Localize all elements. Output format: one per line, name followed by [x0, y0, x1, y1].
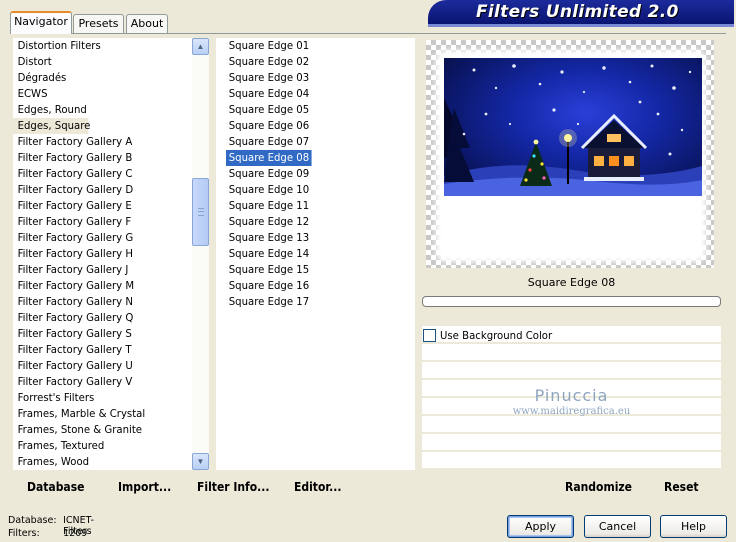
category-item[interactable]: Filter Factory Gallery G — [13, 230, 183, 246]
filter-item[interactable]: Square Edge 13 — [226, 230, 309, 246]
status-database: Database: ICNET-Filters — [8, 515, 94, 537]
filter-item[interactable]: Square Edge 15 — [226, 262, 309, 278]
cancel-button[interactable]: Cancel — [584, 515, 651, 538]
filter-item[interactable]: Square Edge 01 — [226, 38, 309, 54]
category-item[interactable]: Dégradés — [13, 70, 183, 86]
filter-item[interactable]: Square Edge 04 — [226, 86, 309, 102]
filter-list[interactable]: Square Edge 01 Square Edge 02 Square Edge … — [216, 38, 415, 470]
filter-item[interactable]: Square Edge 12 — [226, 214, 309, 230]
list-toolbar: Database Import... Filter Info... Editor… — [10, 472, 415, 499]
import-button[interactable]: Import... — [118, 480, 171, 494]
category-item[interactable]: Filter Factory Gallery D — [13, 182, 183, 198]
category-item[interactable]: Edges, Square — [13, 118, 90, 134]
reset-button[interactable]: Reset — [664, 480, 699, 494]
category-item[interactable]: Edges, Round — [13, 102, 183, 118]
preview-image-frame — [426, 40, 714, 268]
scroll-down-button[interactable]: ▼ — [192, 453, 209, 470]
tab-presets-label: Presets — [78, 17, 119, 30]
database-button-label: Database — [27, 480, 85, 494]
tab-navigator[interactable]: Navigator — [10, 11, 72, 34]
app-title: Filters Unlimited 2.0 — [476, 2, 679, 22]
parameter-slot — [422, 434, 721, 451]
category-item[interactable]: Filter Factory Gallery N — [13, 294, 183, 310]
chevron-up-icon: ▲ — [196, 42, 205, 51]
filter-item[interactable]: Square Edge 07 — [226, 134, 309, 150]
status-filters-label: Filters: — [8, 528, 40, 539]
category-item[interactable]: Filter Factory Gallery H — [13, 246, 183, 262]
category-item[interactable]: Frames, Textured — [13, 438, 183, 454]
winter-night-scene — [444, 64, 702, 196]
editor-button[interactable]: Editor... — [294, 480, 341, 494]
status-filters: Filters: 1209 — [8, 528, 87, 539]
filter-item[interactable]: Square Edge 14 — [226, 246, 309, 262]
category-item[interactable]: ECWS — [13, 86, 183, 102]
use-background-color-label[interactable]: Use Background Color — [440, 329, 552, 342]
preview-toolbar: Randomize Reset — [422, 472, 721, 499]
help-button[interactable]: Help — [660, 515, 727, 538]
watermark-name: Pinuccia — [534, 386, 609, 405]
category-item[interactable]: Filter Factory Gallery J — [13, 262, 183, 278]
filter-item[interactable]: Square Edge 06 — [226, 118, 309, 134]
tab-divider — [10, 33, 726, 34]
tab-navigator-label: Navigator — [14, 15, 68, 28]
status-filters-value: 1209 — [63, 528, 88, 539]
category-item[interactable]: Filter Factory Gallery C — [13, 166, 183, 182]
filter-item[interactable]: Square Edge 08 — [226, 150, 312, 166]
parameter-slot — [422, 416, 721, 433]
filter-info-button-label: Filter Info... — [197, 480, 270, 494]
category-item[interactable]: Filter Factory Gallery E — [13, 198, 183, 214]
tab-presets[interactable]: Presets — [73, 14, 124, 33]
category-item[interactable]: Filter Factory Gallery M — [13, 278, 183, 294]
filter-info-button[interactable]: Filter Info... — [197, 480, 269, 494]
chevron-down-icon: ▼ — [196, 457, 205, 466]
status-database-label: Database: — [8, 515, 57, 526]
category-scrollbar[interactable]: ▲ ▼ — [192, 38, 209, 470]
progress-bar — [422, 296, 721, 307]
grip-icon — [198, 208, 204, 216]
filter-item[interactable]: Square Edge 17 — [226, 294, 309, 310]
apply-button[interactable]: Apply — [507, 515, 574, 538]
category-item[interactable]: Filter Factory Gallery Q — [13, 310, 183, 326]
import-button-label: Import... — [118, 480, 172, 494]
scroll-thumb[interactable] — [192, 178, 209, 246]
filter-item[interactable]: Square Edge 11 — [226, 198, 309, 214]
category-item[interactable]: Distort — [13, 54, 183, 70]
category-list[interactable]: Distortion Filters Distort Dégradés ECWS Edg… — [13, 38, 193, 470]
parameter-slot — [422, 362, 721, 379]
filter-item[interactable]: Square Edge 09 — [226, 166, 309, 182]
randomize-button-label: Randomize — [565, 480, 633, 494]
category-item[interactable]: Filter Factory Gallery V — [13, 374, 183, 390]
category-item[interactable]: Filter Factory Gallery U — [13, 358, 183, 374]
category-item[interactable]: Distortion Filters — [13, 38, 183, 54]
category-item[interactable]: Filter Factory Gallery F — [13, 214, 183, 230]
reset-button-label: Reset — [664, 480, 699, 494]
filter-item[interactable]: Square Edge 16 — [226, 278, 309, 294]
use-background-color-checkbox[interactable] — [423, 329, 436, 342]
parameter-slot — [422, 344, 721, 361]
tab-about-label: About — [130, 17, 164, 30]
editor-button-label: Editor... — [294, 480, 342, 494]
category-item[interactable]: Frames, Stone & Granite — [13, 422, 183, 438]
category-item[interactable]: Filter Factory Gallery A — [13, 134, 183, 150]
randomize-button[interactable]: Randomize — [565, 480, 632, 494]
filter-item[interactable]: Square Edge 02 — [226, 54, 309, 70]
filter-item[interactable]: Square Edge 03 — [226, 70, 309, 86]
database-button[interactable]: Database — [27, 480, 84, 494]
filter-item[interactable]: Square Edge 10 — [226, 182, 309, 198]
tab-about[interactable]: About — [126, 14, 168, 33]
scroll-up-button[interactable]: ▲ — [192, 38, 209, 55]
app-title-banner: Filters Unlimited 2.0 — [428, 0, 734, 27]
parameter-slot — [422, 452, 721, 469]
category-item[interactable]: Forrest's Filters — [13, 390, 183, 406]
category-item[interactable]: Filter Factory Gallery B — [13, 150, 183, 166]
filter-item[interactable]: Square Edge 05 — [226, 102, 309, 118]
watermark-url: www.maidiregrafica.eu — [512, 406, 631, 417]
category-item[interactable]: Filter Factory Gallery T — [13, 342, 183, 358]
category-item[interactable]: Frames, Wood — [13, 454, 183, 470]
preview-image — [444, 58, 702, 196]
category-item[interactable]: Filter Factory Gallery S — [13, 326, 183, 342]
category-item[interactable]: Frames, Marble & Crystal — [13, 406, 183, 422]
preview-filter-name: Square Edge 08 — [527, 276, 616, 289]
